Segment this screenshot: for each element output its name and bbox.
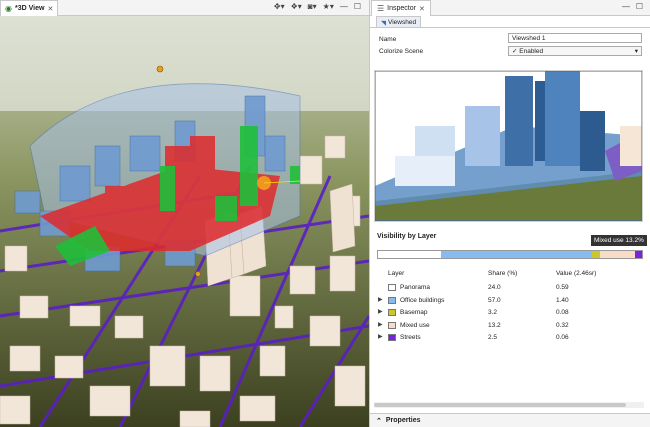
- layer-color-swatch: [388, 334, 396, 341]
- layer-value: 0.06: [556, 334, 569, 341]
- divider: [370, 27, 650, 28]
- visibility-by-layer-title: Visibility by Layer: [377, 233, 437, 240]
- mixed-use-tooltip: Mixed use 13.2%: [591, 235, 647, 246]
- table-row[interactable]: ▶ Office buildings 57.0 1.40: [374, 295, 644, 307]
- inspector-tabbar: ☰ Inspector ✕ — ☐: [370, 0, 650, 16]
- column-header-share[interactable]: Share (%): [488, 270, 517, 277]
- tab-3d-view-label: *3D View: [14, 5, 45, 12]
- layer-share: 13.2: [488, 321, 501, 329]
- expand-icon[interactable]: ▶: [378, 333, 383, 340]
- properties-label: Properties: [385, 417, 421, 424]
- share-bar-segment[interactable]: [600, 251, 636, 258]
- close-icon[interactable]: ✕: [47, 5, 53, 13]
- 3d-scene-viewport[interactable]: [0, 16, 369, 427]
- expand-icon[interactable]: ▶: [378, 296, 383, 303]
- tab-viewshed-label: Viewshed: [388, 19, 417, 26]
- column-header-value[interactable]: Value (2.46sr): [556, 270, 596, 277]
- share-bar-segment[interactable]: [635, 251, 642, 258]
- layer-name: Streets: [400, 334, 421, 341]
- share-bar-segment[interactable]: [591, 251, 601, 258]
- share-bar-segment[interactable]: [441, 251, 592, 258]
- layer-share: 3.2: [488, 309, 498, 316]
- close-icon[interactable]: ✕: [419, 5, 425, 13]
- viewshed-handle-icon[interactable]: [156, 65, 164, 73]
- layer-value: 1.40: [556, 296, 569, 304]
- visibility-share-bar[interactable]: [377, 250, 643, 259]
- minimize-icon[interactable]: —: [622, 2, 630, 11]
- tab-inspector-label: Inspector: [387, 5, 416, 12]
- layer-value: 0.59: [556, 284, 569, 291]
- maximize-icon[interactable]: ☐: [636, 2, 643, 11]
- layer-name: Panorama: [400, 284, 430, 291]
- table-row[interactable]: Panorama 24.0 0.59: [374, 282, 644, 294]
- layer-color-swatch: [388, 309, 396, 316]
- layer-name: Mixed use: [400, 321, 430, 329]
- layer-value: 0.08: [556, 309, 569, 316]
- minimize-icon[interactable]: —: [340, 2, 348, 11]
- table-row[interactable]: ▶ Basemap 3.2 0.08: [374, 307, 644, 319]
- chevron-up-icon: ⌃: [376, 417, 382, 425]
- layer-value: 0.32: [556, 321, 569, 329]
- layer-name: Office buildings: [400, 296, 445, 304]
- expand-icon[interactable]: ▶: [378, 308, 383, 315]
- colorize-scene-label: Colorize Scene: [379, 48, 424, 55]
- layer-share: 2.5: [488, 334, 498, 341]
- name-field[interactable]: Viewshed 1: [508, 33, 642, 43]
- layer-name: Basemap: [400, 309, 428, 316]
- viewshed-preview: [374, 70, 643, 222]
- share-bar-segment[interactable]: [378, 251, 442, 258]
- chevron-down-icon: ▾: [634, 48, 638, 55]
- navigation-icon[interactable]: ✥▾: [274, 2, 285, 11]
- column-header-layer[interactable]: Layer: [388, 270, 404, 277]
- bookmark-star-icon[interactable]: ★▾: [323, 2, 334, 11]
- view-tabbar: ◉ *3D View ✕ ✥▾ ❖▾ ◙▾ ★▾ — ☐: [0, 0, 369, 16]
- expand-icon[interactable]: ▶: [378, 321, 383, 328]
- name-label: Name: [379, 36, 397, 43]
- layer-color-swatch: [388, 321, 396, 329]
- tab-3d-view[interactable]: ◉ *3D View ✕: [0, 0, 59, 16]
- globe-icon: ◉: [5, 4, 12, 13]
- layers-icon[interactable]: ❖▾: [291, 2, 302, 11]
- table-row[interactable]: ▶ Streets 2.5 0.06: [374, 332, 644, 344]
- viewshed-icon: ◥: [381, 19, 386, 27]
- layer-share: 24.0: [488, 284, 501, 291]
- layer-share: 57.0: [488, 296, 501, 304]
- horizontal-scrollbar[interactable]: [374, 402, 644, 408]
- inspector-icon: ☰: [377, 4, 385, 13]
- layer-color-swatch: [388, 284, 396, 291]
- 3d-view-panel: ◉ *3D View ✕ ✥▾ ❖▾ ◙▾ ★▾ — ☐: [0, 0, 370, 427]
- table-row[interactable]: ▶ Mixed use 13.2 0.32: [374, 320, 644, 332]
- colorize-scene-select[interactable]: ✓ Enabled ▾: [508, 46, 642, 56]
- layer-color-swatch: [388, 296, 396, 304]
- camera-icon[interactable]: ◙▾: [308, 2, 317, 11]
- maximize-icon[interactable]: ☐: [354, 2, 361, 11]
- colorize-scene-value: ✓ Enabled: [512, 48, 544, 55]
- properties-section[interactable]: ⌃ Properties: [370, 413, 650, 427]
- viewshed-target-handle-icon[interactable]: [195, 271, 201, 277]
- tab-inspector[interactable]: ☰ Inspector ✕: [371, 0, 431, 16]
